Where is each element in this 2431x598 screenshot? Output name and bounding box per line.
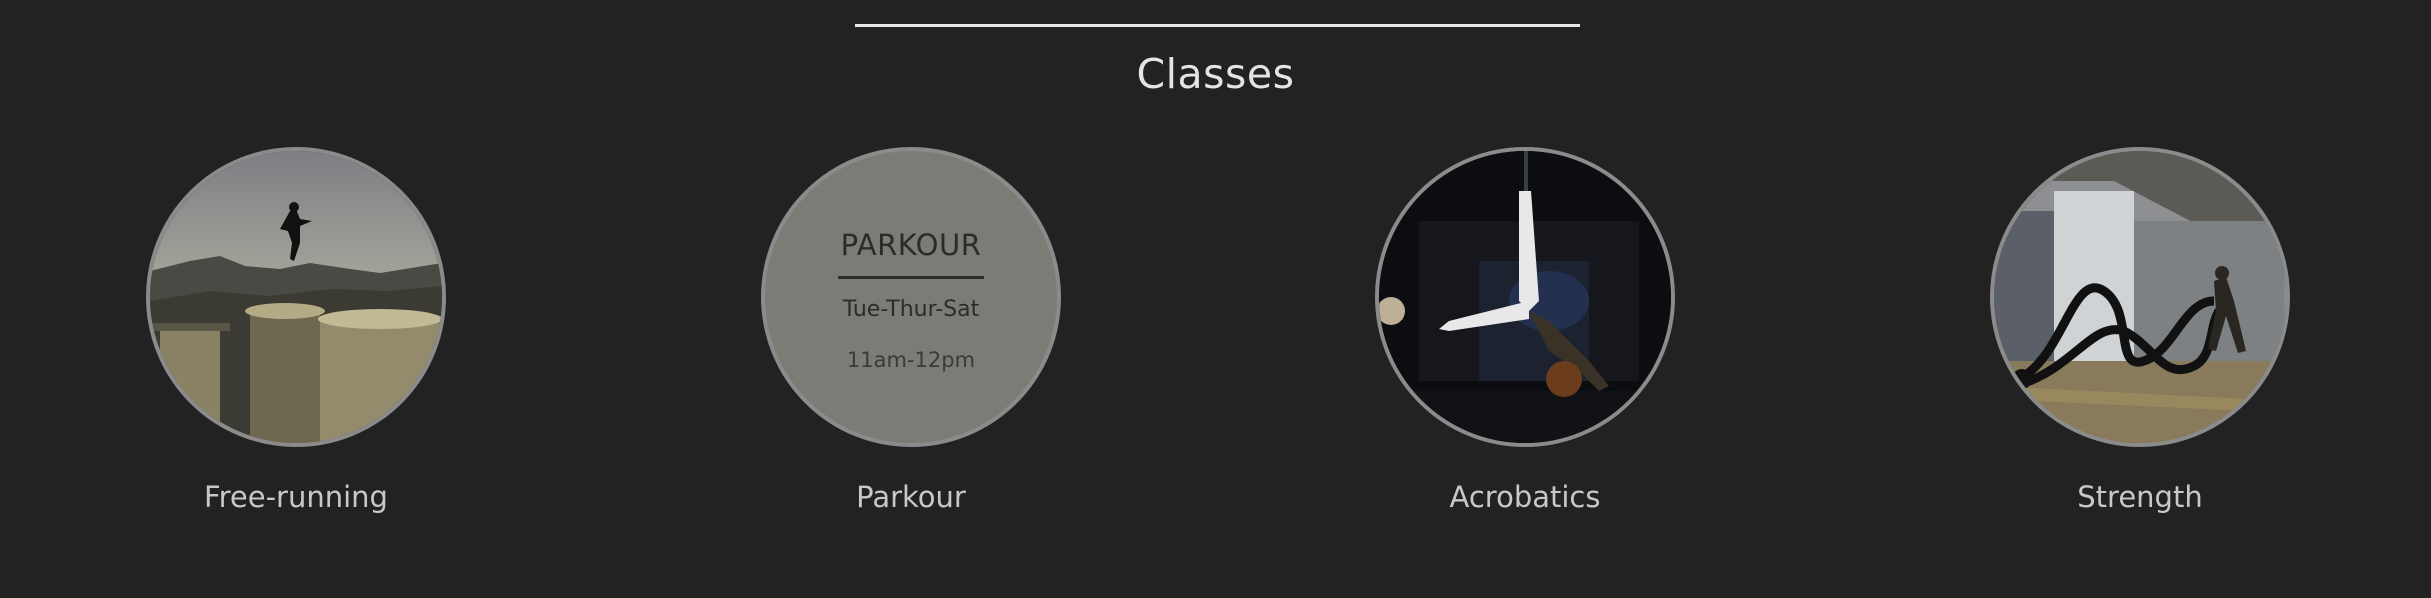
section-title: Classes (1136, 50, 1295, 98)
class-label-parkour[interactable]: Parkour (761, 480, 1061, 514)
free-running-photo (150, 151, 442, 443)
class-card-free-running[interactable]: Free-running (146, 147, 446, 514)
class-label-free-running[interactable]: Free-running (146, 480, 446, 514)
classes-section: Classes Free-running PARKOUR Tue-Thur-Sa… (0, 0, 2431, 598)
class-card-strength[interactable]: Strength (1990, 147, 2290, 514)
free-running-image[interactable] (146, 147, 446, 447)
acrobatics-photo (1379, 151, 1671, 443)
parkour-overlay-rule (838, 276, 984, 279)
parkour-overlay-days: Tue-Thur-Sat (842, 297, 980, 322)
class-label-strength[interactable]: Strength (1990, 480, 2290, 514)
parkour-overlay-title: PARKOUR (840, 228, 982, 262)
acrobatics-image[interactable] (1375, 147, 1675, 447)
parkour-overlay[interactable]: PARKOUR Tue-Thur-Sat 11am-12pm (761, 147, 1061, 447)
strength-photo (1994, 151, 2286, 443)
class-card-parkour[interactable]: PARKOUR Tue-Thur-Sat 11am-12pm Parkour (761, 147, 1061, 514)
class-card-acrobatics[interactable]: Acrobatics (1375, 147, 1675, 514)
parkour-overlay-time: 11am-12pm (846, 348, 976, 372)
class-label-acrobatics[interactable]: Acrobatics (1375, 480, 1675, 514)
section-divider (855, 24, 1580, 27)
strength-image[interactable] (1990, 147, 2290, 447)
